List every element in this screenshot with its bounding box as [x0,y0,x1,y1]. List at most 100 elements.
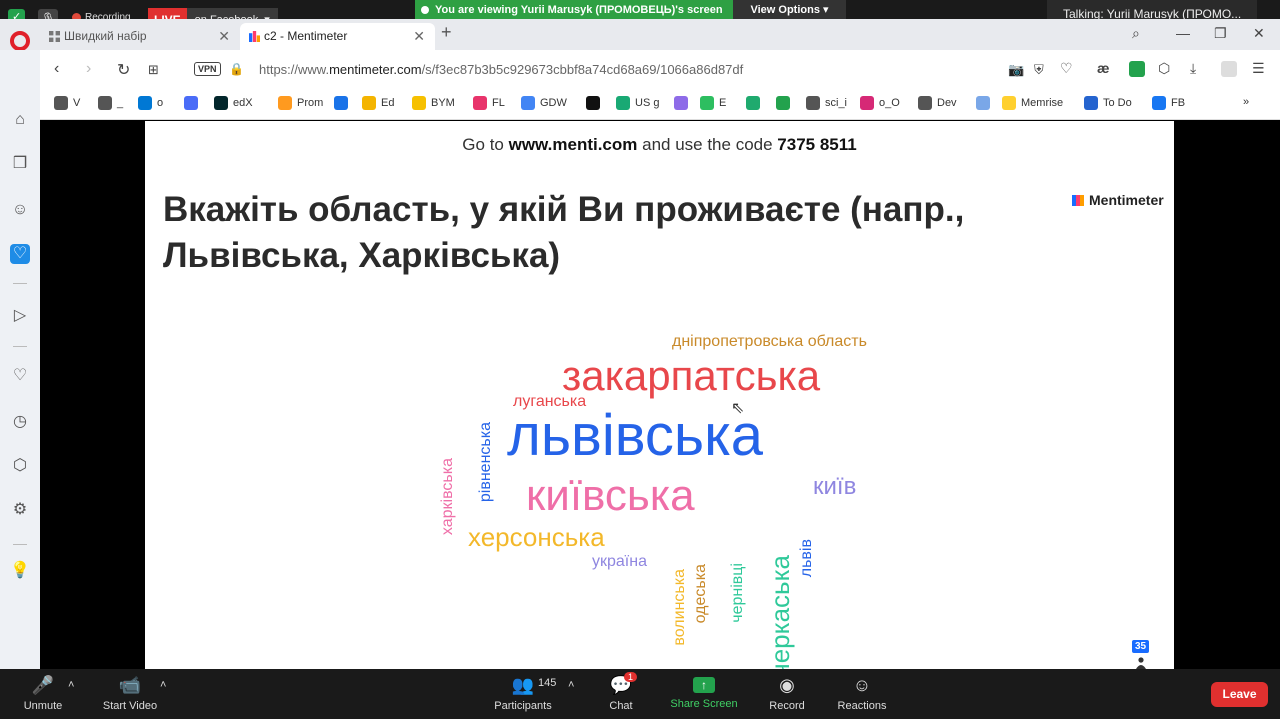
reactions-button[interactable]: ☺ Reactions [834,675,890,712]
mentimeter-favicon-icon [249,31,260,42]
bookmark-label: _ [117,97,124,109]
word-cloud-word: україна [592,553,647,570]
share-screen-button[interactable]: ↑ Share Screen [668,675,740,710]
bookmark-item[interactable] [776,96,795,110]
cube-icon[interactable]: ⬡ [10,456,30,476]
bookmark-item[interactable]: Memrise [1002,96,1063,110]
bookmark-favicon-icon [521,96,535,110]
bookmark-item[interactable] [184,96,203,110]
player-icon[interactable]: ▷ [10,306,30,326]
bookmark-item[interactable]: To Do [1084,96,1132,110]
bookmark-item[interactable]: BYM [412,96,455,110]
bookmark-item[interactable]: sci_i [806,96,847,110]
bookmark-item[interactable]: FL [473,96,505,110]
lock-icon[interactable]: 🔒 [229,62,244,76]
profile-icon[interactable] [1221,61,1237,77]
tab-mentimeter[interactable]: c2 - Mentimeter ✕ [240,23,435,50]
unmute-button[interactable]: 🎤 Unmute [14,675,72,712]
bookmark-favicon-icon [1002,96,1016,110]
close-tab-icon[interactable]: ✕ [218,23,230,50]
easy-setup-icon[interactable]: ☰ [1252,60,1265,77]
leave-button[interactable]: Leave [1211,682,1268,707]
bookmark-item[interactable]: o_O [860,96,900,110]
heart-icon[interactable]: ♡ [10,366,30,386]
book-icon[interactable]: ❒ [10,154,30,174]
bookmark-item[interactable]: US g [616,96,659,110]
more-bookmarks-icon[interactable]: » [1243,96,1249,108]
minimize-icon[interactable]: — [1176,25,1190,41]
vpn-badge[interactable]: VPN [194,62,221,76]
word-cloud-word: київ [813,473,857,500]
bookmark-item[interactable]: Prom [278,96,323,110]
bookmark-favicon-icon [674,96,688,110]
start-video-label: Start Video [102,700,158,712]
new-tab-icon[interactable]: + [441,22,452,43]
audio-options-caret-icon[interactable]: ˄ [68,679,74,691]
bookmark-favicon-icon [334,96,348,110]
bookmark-label: edX [233,97,253,109]
home-icon[interactable]: ⌂ [10,110,30,130]
cube-icon[interactable]: ⬡ [1158,60,1170,77]
back-icon[interactable]: ‹ [54,60,59,78]
lightbulb-icon[interactable]: 💡 [10,561,30,581]
record-button[interactable]: ◉ Record [766,675,808,712]
opera-logo-icon[interactable] [10,31,30,51]
forward-icon[interactable]: › [86,60,91,78]
close-tab-icon[interactable]: ✕ [413,23,425,50]
bookmark-label: E [719,97,727,109]
extension-icon[interactable] [1129,61,1145,77]
bookmark-item[interactable]: edX [214,96,253,110]
history-clock-icon[interactable]: ◷ [10,412,30,432]
participants-caret-icon[interactable]: ˄ [568,679,574,691]
bookmark-item[interactable]: Ed [362,96,394,110]
record-icon: ◉ [779,675,795,695]
bookmark-item[interactable]: FB [1152,96,1185,110]
word-cloud-word: чернівці [729,563,746,623]
messenger-icon[interactable]: ♡ [10,244,30,264]
sidebar-divider [13,544,27,545]
bookmark-label: US g [635,97,660,109]
tab-grid-icon[interactable]: ⊞ [148,62,159,78]
bookmark-item[interactable]: GDW [521,96,567,110]
word-cloud-word: одеська [692,564,709,624]
bookmark-item[interactable]: _ [98,96,123,110]
restore-icon[interactable]: ❐ [1214,25,1227,42]
bookmark-item[interactable]: Dev [918,96,957,110]
bookmark-item[interactable] [334,96,353,110]
ae-extension-icon[interactable]: æ [1097,60,1109,76]
url-field[interactable]: https://www.mentimeter.com/s/f3ec87b3b5c… [259,62,743,77]
view-options-button[interactable]: View Options ▾ [733,0,846,20]
settings-gear-icon[interactable]: ⚙ [10,500,30,520]
reload-icon[interactable]: ↻ [117,60,130,80]
tab-speed-dial[interactable]: Швидкий набір ✕ [40,23,240,50]
chat-unread-badge: 1 [624,672,638,682]
bookmark-item[interactable] [674,96,693,110]
heart-icon[interactable]: ♡ [1060,60,1073,77]
start-video-button[interactable]: 📹 Start Video [96,675,164,712]
bookmark-favicon-icon [184,96,198,110]
bookmark-item[interactable] [586,96,605,110]
word-cloud-word: львів [798,539,815,578]
bookmark-item[interactable] [746,96,765,110]
bookmark-favicon-icon [746,96,760,110]
bookmark-item[interactable]: E [700,96,726,110]
bookmark-favicon-icon [412,96,426,110]
search-tabs-icon[interactable]: ⌕ [1132,25,1140,42]
mentimeter-slide: Go to www.menti.com and use the code 737… [145,121,1174,669]
bookmark-label: V [73,97,81,109]
emoji-icon[interactable]: ☺ [10,200,30,220]
bookmark-favicon-icon [616,96,630,110]
view-options-label: View Options [750,4,820,16]
bookmark-item[interactable]: V [54,96,80,110]
video-options-caret-icon[interactable]: ˄ [160,679,166,691]
shield-icon[interactable]: ⛨ [1034,62,1044,78]
download-icon[interactable]: ⤓ [1190,60,1196,77]
camera-icon[interactable]: 📷 [1008,62,1024,78]
participants-label: Participants [494,700,552,712]
bookmark-item[interactable]: o [138,96,163,110]
browser-tab-bar: Швидкий набір ✕ c2 - Mentimeter ✕ + ⌕ — … [0,19,1280,51]
close-window-icon[interactable]: ✕ [1253,25,1265,42]
grid-icon [49,31,60,42]
bookmark-label: Ed [381,97,395,109]
bookmark-item[interactable] [976,96,995,110]
